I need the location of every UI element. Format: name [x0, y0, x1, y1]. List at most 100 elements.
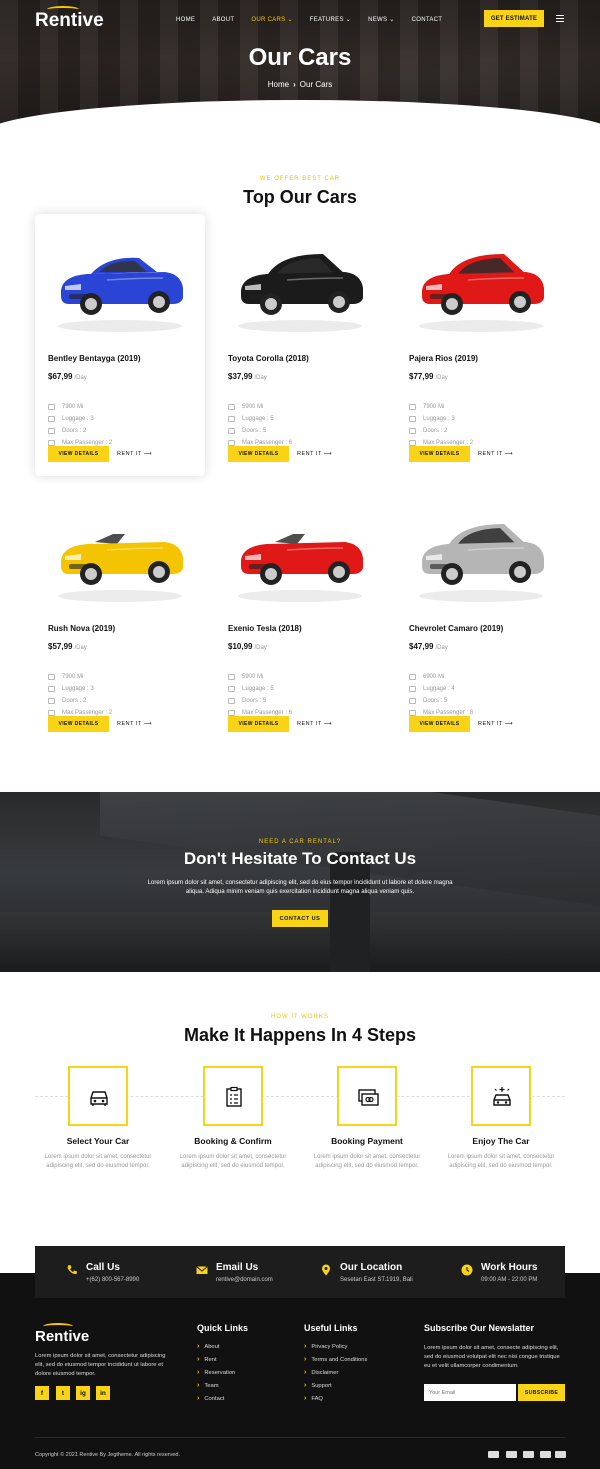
- car-spec-mileage: 5900 Mi: [228, 674, 263, 680]
- payment-card-icon: [358, 1089, 379, 1106]
- rent-it-link[interactable]: RENT IT ⟶: [478, 721, 513, 727]
- car-spec-doors: Doors : 2: [48, 698, 86, 704]
- car-image[interactable]: [47, 234, 193, 334]
- step-icon-box: [337, 1066, 397, 1126]
- car-image[interactable]: [408, 504, 554, 604]
- car-card[interactable]: Rush Nova (2019) $57,99/Day 7900 Mi Luggage…: [35, 484, 205, 746]
- copyright-text: Copyright © 2021 Rentive By Jegtheme. Al…: [35, 1452, 180, 1458]
- car-spec-doors: Doors : 5: [228, 428, 266, 434]
- door-icon: [409, 698, 416, 704]
- breadcrumb-current: Our Cars: [299, 80, 333, 89]
- quick-link-contact[interactable]: › Contact: [197, 1395, 224, 1402]
- useful-link-disclaimer[interactable]: › Disclaimer: [304, 1369, 338, 1376]
- twitter-icon[interactable]: t: [56, 1386, 70, 1400]
- car-card[interactable]: Chevrolet Camaro (2019) $47,99/Day 6900 Mi…: [396, 484, 566, 746]
- door-icon: [48, 698, 55, 704]
- car-card[interactable]: Bentley Bentayga (2019) $67,99/Day 7900 Mi…: [35, 214, 205, 476]
- visa-icon: [506, 1451, 517, 1458]
- view-details-button[interactable]: VIEW DETAILS: [409, 716, 470, 732]
- rent-it-link[interactable]: RENT IT ⟶: [478, 451, 513, 457]
- nav-features[interactable]: FEATURES ⌄: [310, 16, 351, 24]
- envelope-icon: [196, 1266, 208, 1274]
- step-icon-box: [471, 1066, 531, 1126]
- chevron-right-icon: ›: [304, 1382, 307, 1389]
- arrow-right-icon: ⟶: [143, 721, 153, 727]
- car-image[interactable]: [47, 504, 193, 604]
- luggage-icon: [409, 686, 416, 692]
- view-details-button[interactable]: VIEW DETAILS: [228, 716, 289, 732]
- breadcrumb: Home › Our Cars: [0, 80, 600, 89]
- arrow-right-icon: ⟶: [504, 451, 514, 457]
- step-icon-box: [203, 1066, 263, 1126]
- car-price: $77,99/Day: [409, 372, 448, 381]
- rent-it-link[interactable]: RENT IT ⟶: [117, 721, 152, 727]
- car-name[interactable]: Exenio Tesla (2018): [228, 624, 302, 633]
- chevron-right-icon: ›: [197, 1395, 200, 1402]
- view-details-button[interactable]: VIEW DETAILS: [48, 716, 109, 732]
- door-icon: [228, 698, 235, 704]
- quick-link-rent[interactable]: › Rent: [197, 1356, 217, 1363]
- car-spec-doors: Doors : 2: [409, 428, 447, 434]
- car-card[interactable]: Exenio Tesla (2018) $10,99/Day 5900 Mi Lugg…: [215, 484, 385, 746]
- view-details-button[interactable]: VIEW DETAILS: [228, 446, 289, 462]
- contact-title: Don't Hesitate To Contact Us: [183, 849, 417, 868]
- footer-logo[interactable]: Rentive: [35, 1323, 89, 1345]
- useful-link-privacy[interactable]: › Privacy Policy: [304, 1343, 347, 1350]
- amex-icon: [523, 1451, 534, 1458]
- discover-icon: [540, 1451, 551, 1458]
- car-card[interactable]: Pajera Rios (2019) $77,99/Day 7900 Mi Lugga…: [396, 214, 566, 476]
- facebook-icon[interactable]: f: [35, 1386, 49, 1400]
- car-price: $67,99/Day: [48, 372, 87, 381]
- car-name[interactable]: Chevrolet Camaro (2019): [409, 624, 503, 633]
- view-details-button[interactable]: VIEW DETAILS: [409, 446, 470, 462]
- newsletter-heading: Subscribe Our Newslatter: [424, 1323, 535, 1333]
- quick-link-team[interactable]: › Team: [197, 1382, 219, 1389]
- footer-divider: [35, 1437, 565, 1438]
- get-estimate-button[interactable]: GET ESTIMATE: [484, 10, 544, 27]
- useful-links-heading: Useful Links: [304, 1323, 358, 1333]
- quick-link-reservation[interactable]: › Reservation: [197, 1369, 235, 1376]
- step-title: Booking Payment: [331, 1136, 403, 1146]
- footer-about-text: Lorem ipsum dolor sit amet, consectetur …: [35, 1353, 166, 1377]
- breadcrumb-home[interactable]: Home: [268, 80, 289, 89]
- quick-link-about[interactable]: › About: [197, 1343, 220, 1350]
- car-name[interactable]: Pajera Rios (2019): [409, 354, 478, 363]
- page-title: Our Cars: [248, 44, 352, 71]
- useful-link-faq[interactable]: › FAQ: [304, 1395, 323, 1402]
- hamburger-icon[interactable]: [556, 15, 564, 24]
- contact-us-button[interactable]: CONTACT US: [272, 910, 328, 927]
- nav-news[interactable]: NEWS ⌄: [368, 16, 395, 24]
- subscribe-button[interactable]: SUBSCRIBE: [518, 1384, 565, 1401]
- car-card[interactable]: Toyota Corolla (2018) $37,99/Day 5900 Mi Lu…: [215, 214, 385, 476]
- car-image[interactable]: [227, 234, 373, 334]
- newsletter-email-input[interactable]: [424, 1384, 516, 1401]
- linkedin-icon[interactable]: in: [96, 1386, 110, 1400]
- car-price: $47,99/Day: [409, 642, 448, 651]
- rent-it-link[interactable]: RENT IT ⟶: [297, 721, 332, 727]
- car-spec-luggage: Luggage : 4: [409, 686, 455, 692]
- rent-it-link[interactable]: RENT IT ⟶: [297, 451, 332, 457]
- chevron-right-icon: ›: [197, 1343, 200, 1350]
- nav-home[interactable]: HOME: [176, 16, 195, 23]
- nav-contact[interactable]: CONTACT: [412, 16, 443, 23]
- rent-it-link[interactable]: RENT IT ⟶: [117, 451, 152, 457]
- useful-link-support[interactable]: › Support: [304, 1382, 332, 1389]
- luggage-icon: [48, 416, 55, 422]
- gauge-icon: [48, 674, 55, 680]
- useful-link-terms[interactable]: › Terms and Conditions: [304, 1356, 367, 1363]
- car-image[interactable]: [408, 234, 554, 334]
- car-image[interactable]: [227, 504, 373, 604]
- newsletter-text: Lorem ipsum dolor sit amet, consecte adi…: [424, 1345, 560, 1369]
- car-name[interactable]: Rush Nova (2019): [48, 624, 115, 633]
- car-name[interactable]: Bentley Bentayga (2019): [48, 354, 140, 363]
- instagram-icon[interactable]: ig: [76, 1386, 90, 1400]
- nav-about[interactable]: ABOUT: [212, 16, 234, 23]
- car-name[interactable]: Toyota Corolla (2018): [228, 354, 309, 363]
- gauge-icon: [409, 674, 416, 680]
- nav-our-cars[interactable]: OUR CARS ⌄: [251, 16, 292, 24]
- luggage-icon: [48, 686, 55, 692]
- car-front-icon: [90, 1091, 108, 1106]
- door-icon: [48, 428, 55, 434]
- site-logo[interactable]: Rentive: [35, 6, 104, 32]
- view-details-button[interactable]: VIEW DETAILS: [48, 446, 109, 462]
